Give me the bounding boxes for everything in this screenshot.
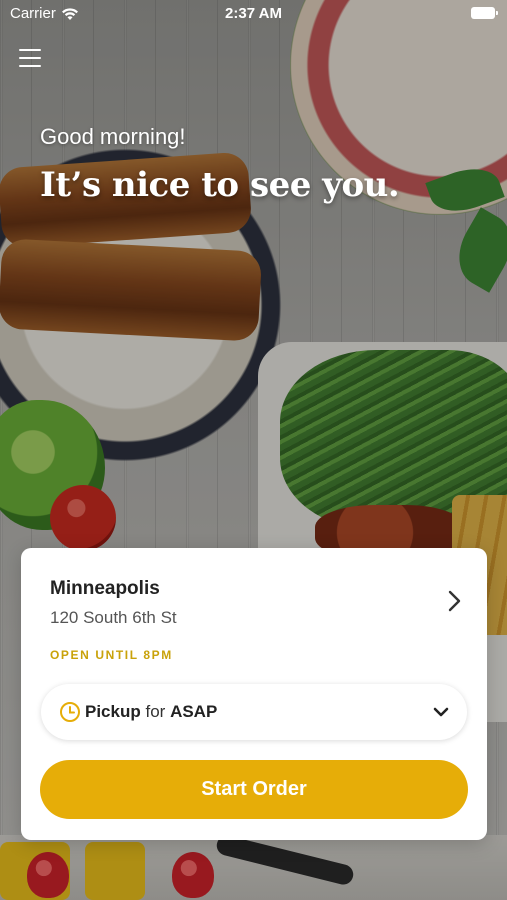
order-mode: Pickup [85, 702, 141, 721]
order-mode-text: Pickup for ASAP [85, 702, 217, 722]
status-time: 2:37 AM [225, 5, 282, 22]
location-selector[interactable]: Minneapolis 120 South 6th St [21, 548, 487, 648]
location-address: 120 South 6th St [50, 608, 177, 627]
store-hours: OPEN UNTIL 8PM [50, 648, 173, 662]
chevron-right-icon [448, 590, 461, 612]
location-card: Minneapolis 120 South 6th St OPEN UNTIL … [21, 548, 487, 840]
menu-line [19, 57, 41, 59]
location-city: Minneapolis [50, 578, 160, 599]
menu-line [19, 49, 41, 51]
order-time: ASAP [170, 702, 218, 721]
status-bar: Carrier 2:37 AM [0, 0, 507, 28]
hamburger-menu-icon[interactable] [19, 48, 41, 68]
chevron-down-icon [433, 707, 449, 717]
battery-icon [471, 7, 498, 19]
order-mode-connector: for [145, 702, 166, 721]
clock-icon [60, 702, 80, 722]
greeting-subtitle: Good morning! [40, 124, 186, 149]
greeting-headline: It’s nice to see you. [40, 165, 400, 205]
menu-line [19, 65, 41, 67]
order-mode-selector[interactable]: Pickup for ASAP [41, 684, 467, 740]
start-order-button[interactable]: Start Order [40, 760, 468, 819]
